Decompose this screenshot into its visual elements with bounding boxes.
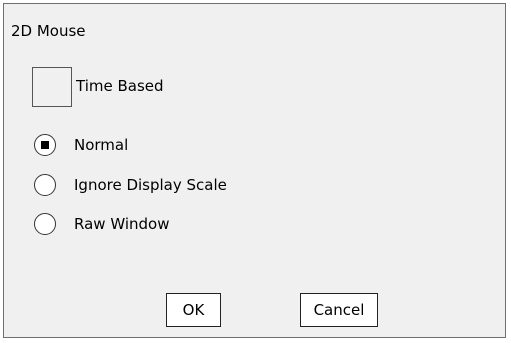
radio-selected-dot — [41, 141, 49, 149]
time-based-label: Time Based — [76, 77, 164, 95]
mouse-settings-dialog: 2D Mouse Time Based Normal Ignore Displa… — [3, 3, 506, 338]
radio-option-ignore-display-scale[interactable]: Ignore Display Scale — [34, 173, 227, 197]
radio-button-normal[interactable] — [34, 134, 56, 156]
radio-label-ignore-display-scale: Ignore Display Scale — [74, 176, 227, 194]
radio-label-normal: Normal — [74, 136, 129, 154]
dialog-title: 2D Mouse — [11, 22, 86, 40]
time-based-checkbox[interactable] — [32, 67, 72, 107]
radio-button-raw-window[interactable] — [34, 213, 56, 235]
cancel-button[interactable]: Cancel — [300, 293, 378, 327]
ok-button[interactable]: OK — [166, 293, 221, 327]
radio-label-raw-window: Raw Window — [74, 215, 170, 233]
radio-option-normal[interactable]: Normal — [34, 133, 128, 157]
radio-button-ignore-display-scale[interactable] — [34, 174, 56, 196]
radio-option-raw-window[interactable]: Raw Window — [34, 212, 169, 236]
